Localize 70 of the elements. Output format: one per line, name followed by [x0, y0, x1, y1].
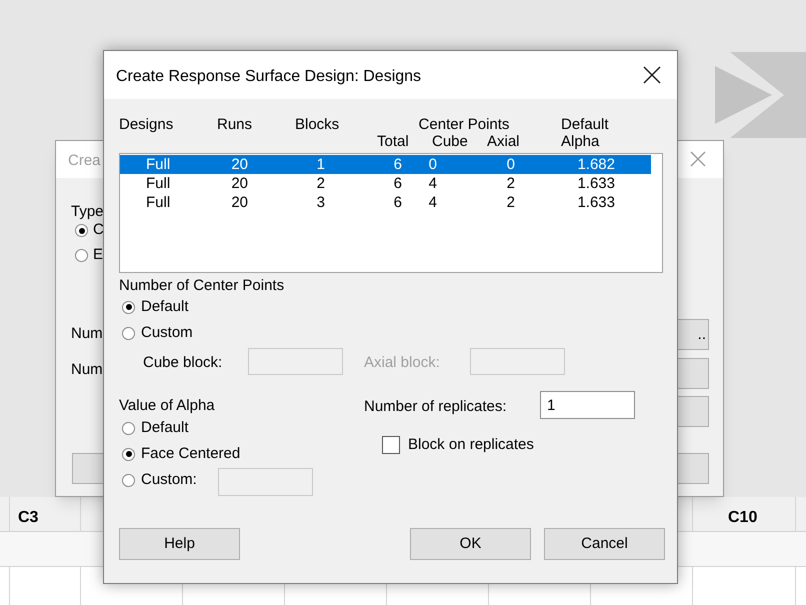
- table-cell-text: 6: [392, 155, 402, 174]
- table-cell-text: 6: [392, 174, 402, 193]
- column-header: Runs: [217, 116, 252, 133]
- radio-label: Default: [141, 419, 189, 437]
- radio-button[interactable]: [122, 448, 135, 460]
- radio-label: Custom:: [141, 471, 197, 489]
- column-header: C3: [18, 508, 38, 528]
- close-icon[interactable]: [643, 66, 661, 84]
- table-cell-text: 3: [316, 193, 325, 212]
- table-cell-text: 2: [506, 193, 515, 212]
- section-label: Value of Alpha: [119, 396, 215, 416]
- window-title: Create Response Surface Design: Designs: [116, 67, 422, 87]
- field-label: Axial block:: [364, 353, 440, 373]
- column-header: Center Points: [418, 116, 510, 133]
- table-cell-text: 0: [506, 155, 515, 174]
- table-cell-text: 20: [230, 155, 248, 174]
- table-cell-text: Full: [146, 193, 172, 212]
- field-label: Num: [71, 360, 103, 380]
- group-label: Type: [71, 202, 104, 222]
- table-cell-text: Full: [146, 155, 172, 174]
- list-row[interactable]: Full 20 3 6 4 2 1.633: [120, 193, 651, 212]
- field-label: Number of replicates:: [364, 397, 507, 417]
- radio-button[interactable]: [75, 224, 88, 237]
- window-title: Crea: [68, 151, 101, 171]
- input-field[interactable]: [248, 348, 343, 375]
- dialog-button[interactable]: Help: [119, 528, 240, 560]
- list-row[interactable]: Full 20 1 6 0 0 1.682: [120, 155, 651, 174]
- table-cell-text: 2: [316, 174, 325, 193]
- table-cell-text: 4: [428, 193, 437, 212]
- checkbox[interactable]: [382, 436, 400, 454]
- table-cell-text: 1.633: [576, 193, 615, 212]
- table-cell-text: 6: [392, 193, 402, 212]
- field-label: Num: [71, 324, 103, 344]
- checkbox-label: Block on replicates: [408, 435, 534, 455]
- table-cell-text: 1.682: [576, 155, 615, 174]
- column-header: Alpha: [561, 133, 600, 150]
- column-header: Axial: [487, 133, 520, 150]
- section-label: Number of Center Points: [119, 276, 284, 296]
- dialog-button[interactable]: OK: [410, 528, 531, 560]
- radio-button[interactable]: [75, 249, 88, 262]
- table-cell-text: 2: [506, 174, 515, 193]
- table-cell-text: Full: [146, 174, 172, 193]
- radio-label: C: [93, 221, 104, 239]
- radio-label: Default: [141, 298, 189, 316]
- column-header: Blocks: [295, 116, 340, 133]
- radio-label: Custom: [141, 324, 193, 342]
- radio-button[interactable]: [122, 474, 135, 486]
- table-cell-text: 1: [316, 155, 325, 174]
- column-header: C10: [728, 508, 758, 528]
- arrow-logo-icon: [714, 52, 806, 138]
- radio-label: Face Centered: [141, 445, 240, 463]
- table-cell-text: 20: [230, 174, 248, 193]
- column-header: Default: [561, 116, 609, 133]
- radio-button[interactable]: [122, 326, 135, 340]
- table-cell-text: 4: [428, 174, 437, 193]
- design-list[interactable]: Full 20 1 6 0 0 1.682 Full 20 2 6 4 2 1.633 Full 20 3 6 4 2 1.633: [119, 153, 663, 273]
- list-row[interactable]: Full 20 2 6 4 2 1.633: [120, 174, 651, 193]
- radio-button[interactable]: [122, 422, 135, 434]
- table-cell-text: 20: [230, 193, 248, 212]
- column-header: Total: [377, 133, 409, 150]
- input-field[interactable]: 1: [540, 391, 635, 419]
- column-header: Cube: [432, 133, 468, 150]
- table-cell-text: 1.633: [576, 174, 615, 193]
- radio-button[interactable]: [122, 300, 135, 314]
- dialog-button[interactable]: Cancel: [544, 528, 665, 560]
- radio-label: E: [93, 246, 104, 264]
- field-label: Cube block:: [143, 353, 222, 373]
- column-header: Designs: [119, 116, 174, 133]
- table-cell-text: 0: [428, 155, 437, 174]
- input-field[interactable]: [218, 468, 313, 496]
